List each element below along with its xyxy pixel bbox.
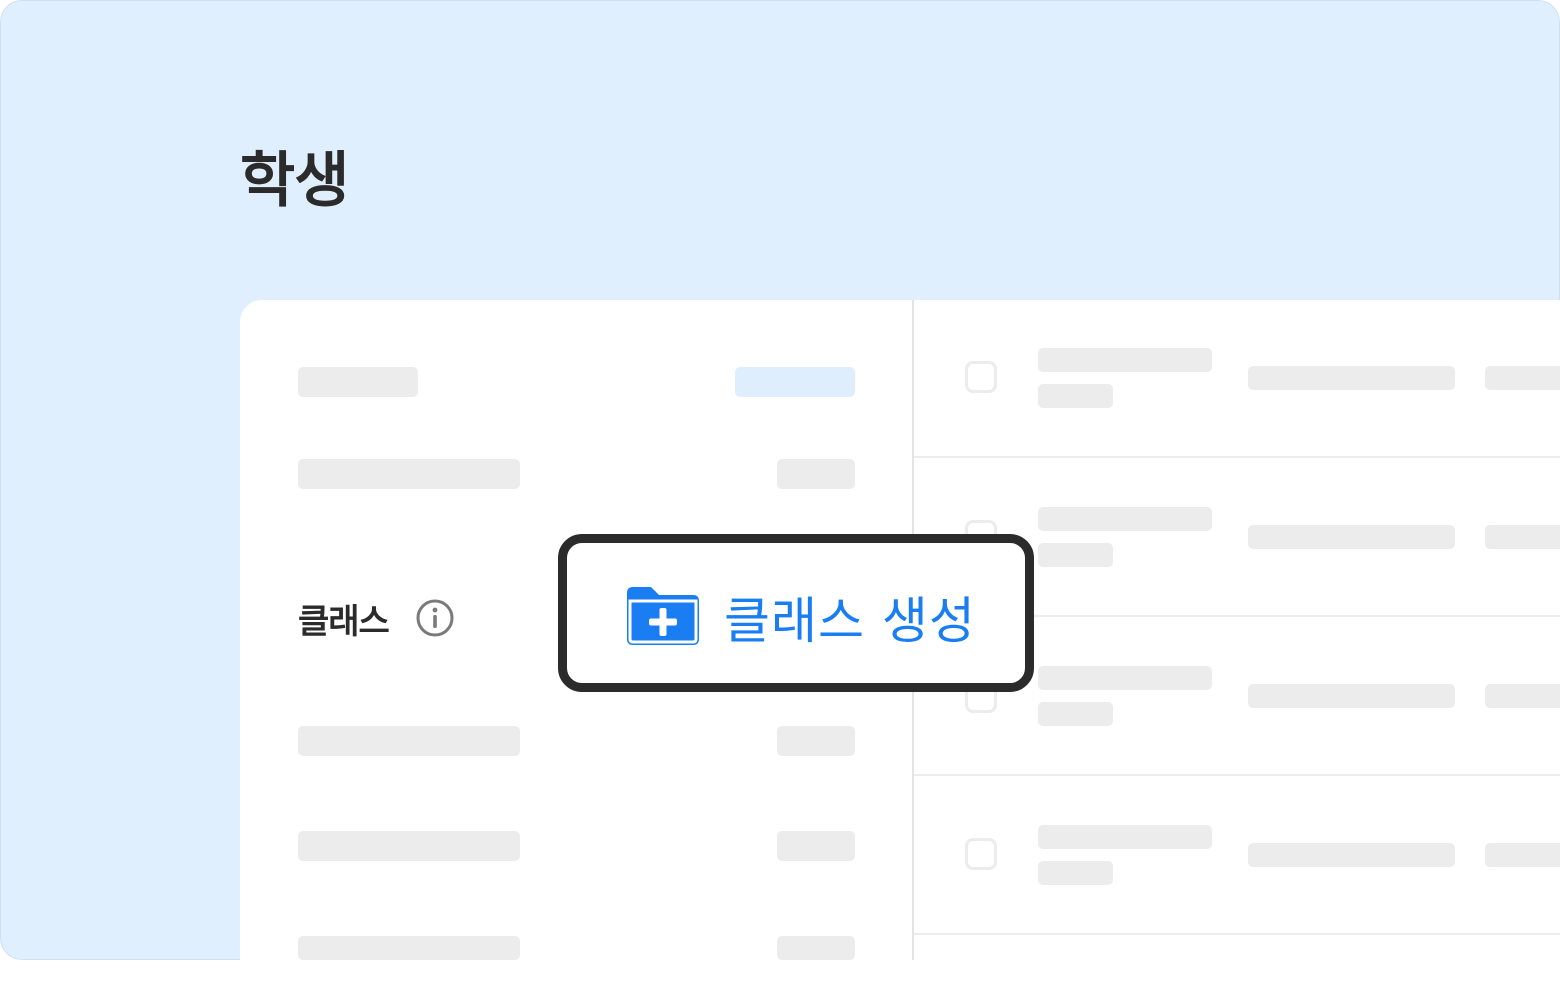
row-placeholder-name [1038,348,1212,372]
row-placeholder-sub [1038,543,1113,567]
row-placeholder-col [1485,366,1560,390]
sidebar-placeholder-count [777,831,855,861]
sidebar-placeholder-action[interactable] [735,367,855,397]
row-placeholder-sub [1038,861,1113,885]
class-section-label: 클래스 [298,602,390,642]
row-placeholder-name [1038,666,1212,690]
row-placeholder-col [1248,525,1455,549]
row-placeholder-col [1248,366,1455,390]
sidebar-placeholder-item[interactable] [298,936,520,960]
row-placeholder-sub [1038,384,1113,408]
sidebar-placeholder-count [777,726,855,756]
folder-plus-icon [627,587,699,645]
create-class-button[interactable]: 클래스 생성 [558,534,1034,692]
row-placeholder-col [1248,843,1455,867]
create-class-label: 클래스 생성 [724,592,976,650]
sidebar-placeholder-title [298,367,418,397]
page-title: 학생 [240,146,349,216]
row-checkbox[interactable] [965,361,997,393]
row-divider [914,774,1560,776]
sidebar-placeholder-item[interactable] [298,831,520,861]
row-divider [914,456,1560,458]
sidebar-placeholder-item[interactable] [298,726,520,756]
row-placeholder-col [1485,843,1560,867]
sidebar-placeholder-count [777,936,855,960]
row-placeholder-col [1485,525,1560,549]
row-placeholder-name [1038,825,1212,849]
row-checkbox[interactable] [965,838,997,870]
row-placeholder-col [1248,684,1455,708]
row-placeholder-col [1485,684,1560,708]
sidebar-placeholder-item[interactable] [298,459,520,489]
info-circle-icon[interactable] [415,598,455,638]
row-divider [914,933,1560,935]
sidebar-placeholder-count [777,459,855,489]
row-placeholder-name [1038,507,1212,531]
row-placeholder-sub [1038,702,1113,726]
